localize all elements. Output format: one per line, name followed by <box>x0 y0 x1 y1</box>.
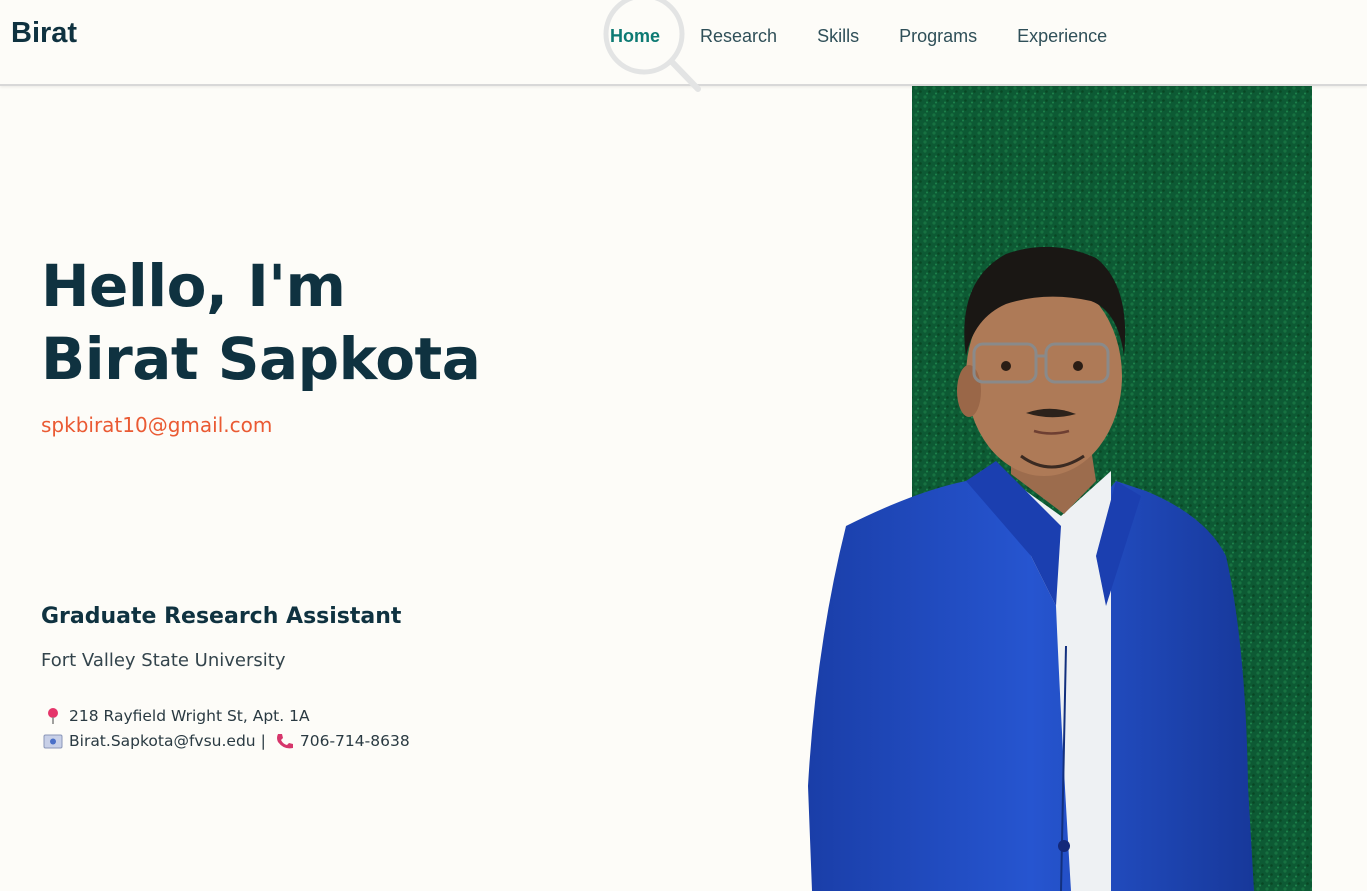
main-nav: Home Research Skills Programs Experience <box>610 25 1147 47</box>
top-navbar: Birat Home Research Skills Programs Expe… <box>0 0 1367 92</box>
contact-separator: | <box>260 731 266 750</box>
nav-experience[interactable]: Experience <box>1017 25 1107 47</box>
hero-email-link[interactable]: spkbirat10@gmail.com <box>41 413 272 437</box>
work-email-link[interactable]: Birat.Sapkota@fvsu.edu <box>69 732 256 750</box>
hero-greeting: Hello, I'm <box>41 252 346 320</box>
hero-heading: Hello, I'm Birat Sapkota <box>41 250 481 396</box>
university-name: Fort Valley State University <box>41 650 286 671</box>
phone-link[interactable]: 706-714-8638 <box>300 732 410 750</box>
address-text: 218 Rayfield Wright St, Apt. 1A <box>69 706 310 725</box>
hero-name: Birat Sapkota <box>41 325 481 393</box>
role-title: Graduate Research Assistant <box>41 604 402 629</box>
nav-home[interactable]: Home <box>610 25 660 47</box>
nav-research[interactable]: Research <box>700 25 777 47</box>
contact-info: 218 Rayfield Wright St, Apt. 1A Birat.Sa… <box>43 703 410 753</box>
address-line: 218 Rayfield Wright St, Apt. 1A <box>43 703 410 728</box>
nav-skills[interactable]: Skills <box>817 25 859 47</box>
site-logo[interactable]: Birat <box>11 17 77 50</box>
email-phone-line: Birat.Sapkota@fvsu.edu | 706-714-8638 <box>43 728 410 753</box>
nav-programs[interactable]: Programs <box>899 25 977 47</box>
phone-icon <box>276 733 293 748</box>
profile-photo <box>808 86 1312 891</box>
magnifier-icon <box>603 0 701 92</box>
pushpin-icon <box>48 707 58 724</box>
email-icon <box>43 734 63 748</box>
